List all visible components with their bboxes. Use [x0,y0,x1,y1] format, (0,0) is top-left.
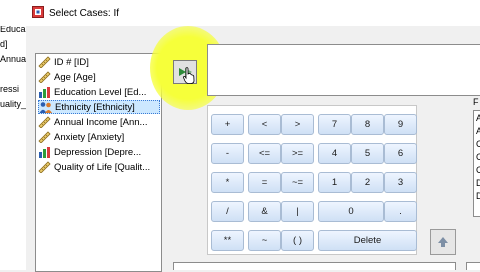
function-group-item[interactable]: C [476,139,480,149]
digit-7-key[interactable]: 7 [318,114,351,135]
variable-label: Anxiety [Anxiety] [54,131,125,143]
functions-variables-box[interactable] [466,262,480,270]
variable-label: Quality of Life [Qualit... [54,161,151,173]
power-key[interactable]: ** [211,230,244,251]
plus-key[interactable]: + [211,114,244,135]
digit-2-key[interactable]: 2 [351,172,384,193]
variable-label: Annual Income [Ann... [54,116,148,128]
delete-key[interactable]: Delete [318,230,417,251]
multiply-key[interactable]: * [211,172,244,193]
variable-label: Age [Age] [54,71,96,83]
minus-key[interactable]: - [211,143,244,164]
list-item[interactable]: Education Level [Ed... [38,85,160,99]
calculator-keypad: + < > 7 8 9 - <= >= 4 5 6 * = ~= 1 2 3 /… [207,105,417,255]
equals-key[interactable]: = [248,172,281,193]
variable-label: Ethnicity [Ethnicity] [55,101,135,113]
list-item[interactable]: Annual Income [Ann... [38,115,160,129]
ruler-icon [38,116,51,128]
up-arrow-icon [438,237,448,247]
background-text: uality_ [0,99,27,109]
ruler-icon [38,131,51,143]
nominal-people-icon [39,102,52,113]
background-text: Annua [0,54,27,64]
list-item[interactable]: Anxiety [Anxiety] [38,130,160,144]
bar-chart-icon [39,147,50,158]
list-item-selected[interactable]: Ethnicity [Ethnicity] [38,100,160,114]
digit-8-key[interactable]: 8 [351,114,384,135]
less-equal-key[interactable]: <= [248,143,281,164]
move-variable-button[interactable] [173,60,197,84]
background-text: ressi [0,84,20,94]
hand-pointer-icon [183,67,195,84]
function-group-label: F [473,97,479,107]
title-bar[interactable]: Select Cases: If [0,0,480,26]
function-group-list[interactable]: A A C C C D D [473,110,480,217]
digit-9-key[interactable]: 9 [384,114,417,135]
digit-1-key[interactable]: 1 [318,172,351,193]
list-item[interactable]: Depression [Depre... [38,145,160,159]
variable-label: ID # [ID] [54,56,89,68]
bar-chart-icon [39,87,50,98]
parentheses-key[interactable]: ( ) [281,230,314,251]
greater-equal-key[interactable]: >= [281,143,314,164]
digit-5-key[interactable]: 5 [351,143,384,164]
variable-label: Depression [Depre... [54,146,142,158]
function-group-item[interactable]: D [476,191,480,201]
function-group-item[interactable]: C [476,165,480,175]
spss-app-icon [32,6,44,18]
and-key[interactable]: & [248,201,281,222]
function-group-item[interactable]: A [476,126,480,136]
greater-than-key[interactable]: > [281,114,314,135]
list-item[interactable]: Age [Age] [38,70,160,84]
divide-key[interactable]: / [211,201,244,222]
ruler-icon [38,71,51,83]
window-title: Select Cases: If [49,8,120,19]
functions-list-box[interactable] [173,262,456,270]
ruler-icon [38,161,51,173]
less-than-key[interactable]: < [248,114,281,135]
function-group-item[interactable]: A [476,113,480,123]
digit-6-key[interactable]: 6 [384,143,417,164]
digit-4-key[interactable]: 4 [318,143,351,164]
digit-3-key[interactable]: 3 [384,172,417,193]
decimal-point-key[interactable]: . [384,201,417,222]
ruler-icon [38,56,51,68]
variable-label: Education Level [Ed... [54,86,147,98]
function-group-item[interactable]: C [476,152,480,162]
background-text: d] [0,39,8,49]
function-group-item[interactable]: D [476,178,480,188]
list-item[interactable]: ID # [ID] [38,55,160,69]
digit-0-key[interactable]: 0 [318,201,384,222]
move-up-button[interactable] [430,229,456,255]
condition-expression-input[interactable] [207,44,480,96]
variable-list[interactable]: ID # [ID] Age [Age] Education Level [Ed.… [35,53,162,272]
or-key[interactable]: | [281,201,314,222]
not-equal-key[interactable]: ~= [281,172,314,193]
list-item[interactable]: Quality of Life [Qualit... [38,160,160,174]
not-key[interactable]: ~ [248,230,281,251]
